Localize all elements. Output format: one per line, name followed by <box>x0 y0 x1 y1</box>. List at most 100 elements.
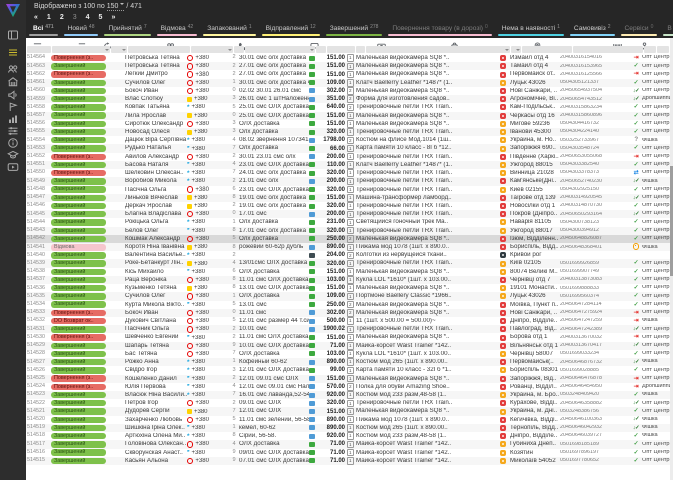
table-row[interactable]: 514558 Завершений Ковпак Татьяна * +380 5 25.0… <box>26 103 670 112</box>
delivery-icon[interactable] <box>533 38 542 51</box>
ttn-number[interactable]: 20450653055068 <box>560 154 630 159</box>
table-row[interactable]: 514522 Завершений Петров Ігор +380 2 09.01 см… <box>26 399 670 408</box>
ttn-number[interactable]: 20450646476878 <box>560 376 630 381</box>
table-row[interactable]: 514545 Завершений Благіна Владіслава +380 0 1… <box>26 210 670 219</box>
phone-cell[interactable]: +380 <box>187 261 229 267</box>
phone-cell[interactable]: * +380 <box>187 425 229 431</box>
clients-icon[interactable] <box>7 62 19 74</box>
page-button-1[interactable]: 1 <box>47 14 51 21</box>
help-icon[interactable] <box>7 148 19 160</box>
ttn-number[interactable]: 20450647242389 <box>560 327 630 332</box>
ttn-number[interactable]: 20400314870730 <box>560 203 630 208</box>
phone-cell[interactable]: +380 <box>187 203 229 209</box>
filter-phone[interactable] <box>191 46 233 53</box>
promo-icon[interactable] <box>7 88 19 100</box>
tab-2[interactable]: Прийнятий 7 <box>101 21 153 38</box>
ttn-number[interactable]: 20400313670417 <box>560 343 630 348</box>
settings-icon[interactable] <box>7 124 19 136</box>
table-row[interactable]: 514527 Завершений Рожко Анна * +380 1 Кофейный… <box>26 358 670 367</box>
source-icon[interactable] <box>103 38 112 50</box>
tab-3[interactable]: Відмова 42 <box>154 21 201 38</box>
table-row[interactable]: 514520 Завершений Захарченко Любовь +380 5 11… <box>26 415 670 424</box>
phone-cell[interactable]: * +380 <box>187 392 229 398</box>
ttn-number[interactable]: 0504304224140 <box>560 129 630 134</box>
ttn-number[interactable]: 20450654743512 <box>560 97 630 102</box>
ttn-number[interactable]: 20450647275924 <box>560 310 630 315</box>
table-row[interactable]: 514531 Завершений Пасічник Ольга +380 2 10.01… <box>26 325 670 334</box>
tab-9[interactable]: Самовивіз 2 <box>567 21 618 38</box>
table-row[interactable]: 514515 Завершений Касьян Альона +380 9 07.01 … <box>26 456 670 465</box>
page-button-3[interactable]: 3 <box>73 14 77 21</box>
phone-cell[interactable]: * +380 <box>187 137 229 143</box>
phone-cell[interactable]: +380 <box>187 186 229 193</box>
phone-cell[interactable]: +380 <box>187 350 229 358</box>
ttn-number[interactable]: 0501699560374 <box>560 294 630 299</box>
table-row[interactable]: 514556 Завершений Сиротюк Олександр +380 3 ОЛ… <box>26 120 670 128</box>
filter-amount[interactable] <box>327 46 355 53</box>
manager-icon[interactable] <box>640 38 649 51</box>
ttn-number[interactable]: 0504305121337 <box>560 80 630 85</box>
tab-6[interactable]: Завершений 278 <box>323 21 386 38</box>
ttn-number[interactable]: 20450646042932 <box>560 425 630 430</box>
phone-cell[interactable]: * +380 <box>187 252 229 258</box>
table-row[interactable]: 514517 Завершений Головінова Олексан.. +380… <box>26 440 670 449</box>
ttn-number[interactable]: 0504304416732 <box>560 121 630 126</box>
phone-cell[interactable]: +380 <box>187 211 229 218</box>
tab-5[interactable]: Відправлений 12 <box>259 21 323 38</box>
table-row[interactable]: 514535 Завершений Сучилов Олег +380 1 ОЛХ дос… <box>26 292 670 301</box>
phone-cell[interactable]: +380 <box>187 400 229 407</box>
ttn-number[interactable]: 20450648826087 <box>560 236 630 241</box>
filter-id[interactable] <box>27 46 51 53</box>
table-row[interactable]: 514552 Повернення (з.. Авилов Александр +38… <box>26 152 670 161</box>
filter-ttn-status[interactable] <box>644 46 656 53</box>
filter-city[interactable] <box>522 46 572 53</box>
page-button-5[interactable]: 5 <box>99 14 103 21</box>
video-icon[interactable] <box>7 160 19 172</box>
table-row[interactable]: 514557 Завершений Лила Ярослав +380 0 25.01 с… <box>26 111 670 120</box>
ttn-number[interactable]: 20450654937504 <box>560 88 630 93</box>
phone-cell[interactable]: +380 <box>187 409 229 415</box>
table-row[interactable]: 514549 Завершений Воробйов Микола * +380 2 21.… <box>26 177 670 186</box>
table-row[interactable]: 514528 Завершений Бас Тетяна +380 7 ОЛХ доста… <box>26 350 670 358</box>
phone-cell[interactable]: +380 <box>187 285 229 291</box>
comment-icon[interactable] <box>310 38 319 50</box>
filter-calls[interactable] <box>234 46 244 53</box>
ttn-number[interactable]: 0503248386756 <box>560 409 630 414</box>
ttn-number[interactable]: 0501699926859 <box>560 261 630 266</box>
ttn-number[interactable]: 0504303548724 <box>560 146 630 151</box>
phone-cell[interactable]: +380 <box>187 457 229 465</box>
ttn-number[interactable]: 0504302925150 <box>560 187 630 192</box>
phone-cell[interactable]: * +380 <box>187 384 229 390</box>
table-row[interactable]: 514550 Повернення (з.. Шелковин Олексан.. *… <box>26 169 670 177</box>
phone-cell[interactable]: +380 <box>187 129 229 135</box>
ttn-number[interactable]: 20450646039727 <box>560 433 630 438</box>
phone-cell[interactable]: +380 <box>187 342 229 349</box>
phone-cell[interactable]: +380 <box>187 416 229 423</box>
table-row[interactable]: 514519 Завершений Шишкіна Іріна Олек.. * +38… <box>26 423 670 433</box>
filter-qty[interactable] <box>356 46 365 53</box>
table-row[interactable]: 514523 Завершений Власюк Ніна Васили.. * +38… <box>26 390 670 400</box>
app-logo[interactable] <box>5 3 21 18</box>
phone-cell[interactable]: * +380 <box>187 228 229 234</box>
phone-cell[interactable]: +380 <box>187 276 229 284</box>
filter-carrier[interactable] <box>511 46 521 53</box>
table-row[interactable]: 514543 Завершений Белов Олег * +380 8 17.01 см… <box>26 226 670 235</box>
table-row[interactable]: 514537 Завершений Раца Вероніка +380 8 11.01 … <box>26 275 670 285</box>
table-row[interactable]: 514538 Завершений Кісь Михайло * +380 6 ОЛХ до… <box>26 268 670 276</box>
table-row[interactable]: 514524 Повернення (з.. Юлія Первова * +380 4 1… <box>26 383 670 391</box>
table-row[interactable]: 514544 Завершений Рокіцька Ольга * +380 1 Олх … <box>26 218 670 227</box>
ttn-number[interactable]: 0501699888833 <box>560 286 630 291</box>
phone-cell[interactable]: * +380 <box>187 450 229 456</box>
ttn-number[interactable]: 20450652740230 <box>560 179 630 184</box>
ttn-number[interactable]: 20400315860896 <box>560 113 630 118</box>
ttn-number[interactable]: 0503248409420 <box>560 392 630 397</box>
ttn-number[interactable]: 0501699907749 <box>560 269 630 274</box>
page-button-4[interactable]: 4 <box>86 14 90 21</box>
phone-cell[interactable]: * +380 <box>187 335 229 341</box>
table-row[interactable]: 514536 Завершений Кузьменко Тетяна +380 8 13.… <box>26 284 670 292</box>
table-row[interactable]: 514553 Завершений Рудько Наталья * +380 7 Олх … <box>26 144 670 153</box>
phone-cell[interactable]: +380 <box>187 79 229 86</box>
ttn-number[interactable]: 20450647247259 <box>560 318 630 323</box>
payment-icon[interactable] <box>377 38 386 50</box>
tab-8[interactable]: Нема в наявності 1 <box>495 21 567 38</box>
